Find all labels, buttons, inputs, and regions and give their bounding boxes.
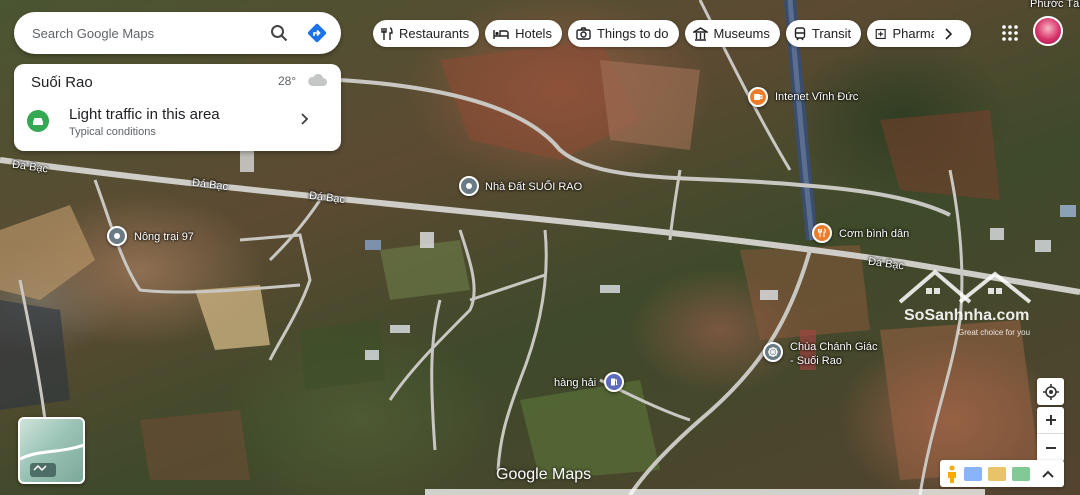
poi-pin-nong-trai[interactable]: [107, 226, 127, 246]
card-temperature: 28°: [278, 74, 297, 88]
watermark-tagline: Great choice for you: [958, 328, 1031, 337]
search-input[interactable]: Search Google Maps: [32, 26, 261, 41]
cup-icon: [754, 94, 763, 100]
layers-toggle[interactable]: [18, 417, 85, 484]
poi-label[interactable]: Nông trại 97: [134, 231, 194, 243]
account-avatar[interactable]: [1033, 16, 1063, 46]
search-box[interactable]: Search Google Maps: [14, 12, 341, 54]
chevron-right-icon: [301, 113, 309, 125]
poi-pin-chua[interactable]: [763, 342, 783, 362]
traffic-title: Light traffic in this area: [69, 106, 220, 123]
pegman-icon[interactable]: [946, 465, 958, 483]
area-info-card[interactable]: Suối Rao 28° Light traffic in this area …: [14, 64, 341, 151]
poi-label[interactable]: Intenet Vĩnh Đức: [775, 91, 858, 103]
bottom-toolbar: [940, 460, 1064, 487]
crosshair-icon: [1042, 383, 1059, 400]
pin-dot: [466, 183, 472, 189]
cloud-icon: [308, 73, 327, 86]
chip-hotels[interactable]: Hotels: [485, 20, 562, 47]
zoom-out-button[interactable]: [1037, 434, 1064, 461]
dharma-wheel-icon: [768, 347, 778, 357]
poi-pin-hang-hai[interactable]: [604, 372, 624, 392]
directions-button[interactable]: [297, 15, 337, 51]
chip-things-to-do[interactable]: Things to do: [567, 20, 679, 47]
plus-icon: [1045, 415, 1056, 425]
fork-knife-icon: [381, 26, 393, 40]
watermark: SoSanhnha.com Great choice for you: [890, 262, 1040, 342]
category-chips: Restaurants Hotels Things to do Museums …: [373, 20, 972, 47]
zoom-in-button[interactable]: [1037, 407, 1064, 434]
poi-label[interactable]: Chùa Chánh Giác - Suối Rao: [790, 340, 878, 368]
search-icon: [271, 25, 288, 42]
apps-grid-icon: [1002, 25, 1018, 41]
poi-pin-nha-dat[interactable]: [459, 176, 479, 196]
gas-station-icon: [611, 378, 618, 386]
poi-pin-internet[interactable]: [748, 87, 768, 107]
fork-knife-icon: [818, 228, 827, 237]
card-expand-button[interactable]: [300, 112, 309, 131]
chip-restaurants[interactable]: Restaurants: [373, 20, 480, 47]
chip-transit[interactable]: Transit: [785, 20, 862, 47]
chip-label: Museums: [713, 26, 770, 41]
chips-next-button[interactable]: [934, 20, 962, 47]
apps-button[interactable]: [995, 18, 1025, 48]
traffic-car-icon: [27, 110, 49, 132]
poi-label[interactable]: Cơm bình dân: [839, 228, 909, 240]
minus-icon: [1045, 446, 1056, 449]
house-logo-icon: [898, 269, 1032, 304]
card-place-name: Suối Rao: [31, 74, 93, 91]
watermark-name: SoSanhnha.com: [904, 307, 1030, 324]
poi-label[interactable]: hàng hải: [554, 377, 596, 389]
chevron-up-icon[interactable]: [1042, 469, 1054, 479]
zoom-controls: [1037, 407, 1064, 462]
traffic-subtitle: Typical conditions: [69, 126, 156, 138]
chevron-right-icon: [945, 27, 952, 40]
chip-label: Restaurants: [399, 26, 470, 41]
train-icon: [794, 26, 806, 40]
museum-icon: [692, 26, 708, 41]
directions-icon: [307, 23, 327, 43]
area-label: Phước Tân: [1030, 0, 1080, 10]
chip-label: Things to do: [596, 26, 669, 41]
terrain-layer-icon[interactable]: [988, 466, 1006, 481]
layers-preview-icon: [20, 443, 83, 477]
poi-pin-com[interactable]: [812, 223, 832, 243]
chip-label: Transit: [811, 26, 852, 41]
attribution-bar: [425, 489, 985, 495]
chip-label: Hotels: [515, 26, 552, 41]
chip-museums[interactable]: Museums: [684, 20, 780, 47]
pin-dot: [114, 233, 120, 239]
my-location-button[interactable]: [1037, 378, 1064, 405]
map-layer-icon[interactable]: [1012, 466, 1030, 481]
pharmacy-icon: [875, 28, 886, 39]
satellite-layer-icon[interactable]: [964, 466, 982, 481]
search-button[interactable]: [261, 15, 297, 51]
google-maps-logo: Google Maps: [496, 466, 592, 483]
poi-label[interactable]: Nhà Đất SUỐI RAO: [485, 181, 582, 193]
bed-icon: [493, 29, 509, 39]
camera-icon: [576, 27, 591, 40]
car-glyph: [33, 118, 43, 125]
poi-label-text: Chùa Chánh Giác - Suối Rao: [790, 341, 878, 367]
